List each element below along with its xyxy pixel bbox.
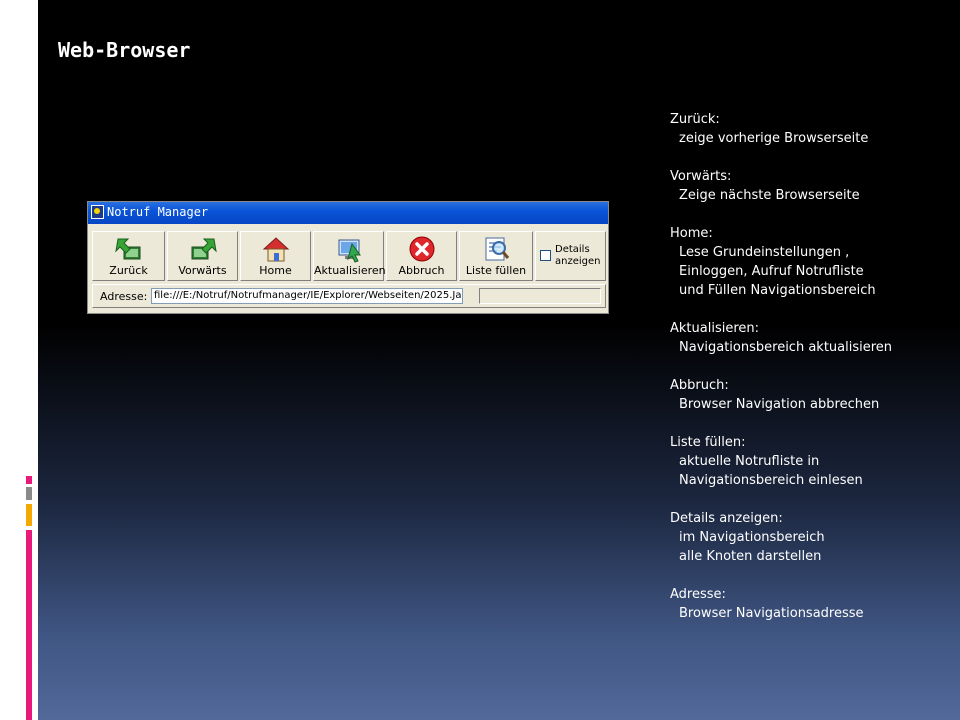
description-line: Browser Navigationsadresse xyxy=(679,606,864,621)
details-checkbox[interactable] xyxy=(540,250,551,261)
description-head: Home: xyxy=(670,226,713,241)
description-line: Lese Grundeinstellungen , xyxy=(679,245,850,260)
toolbar: Zurück Vorwärts Home Aktualisieren Abbru… xyxy=(92,231,606,281)
description-list: Zurück: zeige vorherige Browserseite Vor… xyxy=(670,110,955,642)
description-line: Browser Navigation abbrechen xyxy=(679,397,880,412)
home-icon xyxy=(262,237,289,262)
description-head: Vorwärts: xyxy=(670,169,732,184)
decor-bar-gray xyxy=(26,487,32,500)
details-checkbox-label: Details anzeigen xyxy=(555,244,601,267)
left-margin-strip xyxy=(0,0,38,720)
refresh-icon xyxy=(338,239,361,263)
fill-list-button-label: Liste füllen xyxy=(465,264,527,277)
description-line: zeige vorherige Browserseite xyxy=(679,131,869,146)
address-bar: Adresse: file:///E:/Notruf/Notrufmanager… xyxy=(92,284,606,308)
window-title: Notruf Manager xyxy=(107,205,209,219)
description-head: Adresse: xyxy=(670,587,726,602)
description-head: Zurück: xyxy=(670,112,720,127)
stop-button-label: Abbruch xyxy=(398,264,445,277)
back-arrow-icon xyxy=(114,238,140,260)
description-item: Details anzeigen: im Navigationsbereich … xyxy=(670,509,955,566)
description-line: Navigationsbereich einlesen xyxy=(679,473,863,488)
stop-button[interactable]: Abbruch xyxy=(386,231,457,281)
address-label: Adresse: xyxy=(100,290,148,303)
description-line: Einloggen, Aufruf Notrufliste xyxy=(679,264,864,279)
details-option: Details anzeigen xyxy=(535,231,606,281)
description-line: alle Knoten darstellen xyxy=(679,549,822,564)
decor-bar-orange xyxy=(26,504,32,526)
stop-icon xyxy=(409,236,434,262)
description-head: Aktualisieren: xyxy=(670,321,760,336)
description-item: Adresse: Browser Navigationsadresse xyxy=(670,585,955,623)
decor-bar-pink-small xyxy=(26,476,32,484)
address-input[interactable]: file:///E:/Notruf/Notrufmanager/IE/Explo… xyxy=(151,288,463,304)
notruf-manager-window: Notruf Manager Zurück Vorwärts Home Aktu… xyxy=(87,201,609,314)
fill-list-button[interactable]: Liste füllen xyxy=(459,231,533,281)
back-button-label: Zurück xyxy=(109,264,148,277)
description-head: Liste füllen: xyxy=(670,435,746,450)
decor-bar-pink-long xyxy=(26,530,32,720)
home-button-label: Home xyxy=(259,264,292,277)
app-icon xyxy=(91,205,104,219)
description-line: Zeige nächste Browserseite xyxy=(679,188,860,203)
status-box xyxy=(479,288,601,304)
description-line: Navigationsbereich aktualisieren xyxy=(679,340,893,355)
forward-button-label: Vorwärts xyxy=(178,264,227,277)
description-item: Vorwärts: Zeige nächste Browserseite xyxy=(670,167,955,205)
description-item: Abbruch: Browser Navigation abbrechen xyxy=(670,376,955,414)
description-line: im Navigationsbereich xyxy=(679,530,825,545)
window-titlebar: Notruf Manager xyxy=(88,202,608,224)
forward-arrow-icon xyxy=(191,238,217,260)
description-item: Zurück: zeige vorherige Browserseite xyxy=(670,110,955,148)
description-item: Aktualisieren: Navigationsbereich aktual… xyxy=(670,319,955,357)
description-head: Details anzeigen: xyxy=(670,511,783,526)
forward-button[interactable]: Vorwärts xyxy=(167,231,238,281)
slide-title: Web-Browser xyxy=(58,38,191,62)
refresh-button-label: Aktualisieren xyxy=(314,264,386,277)
home-button[interactable]: Home xyxy=(240,231,311,281)
refresh-button[interactable]: Aktualisieren xyxy=(313,231,386,281)
description-item: Liste füllen: aktuelle Notrufliste in Na… xyxy=(670,433,955,490)
decor-bar-white-top xyxy=(26,0,32,470)
description-line: aktuelle Notrufliste in xyxy=(679,454,820,469)
description-item: Home: Lese Grundeinstellungen , Einlogge… xyxy=(670,224,955,300)
back-button[interactable]: Zurück xyxy=(92,231,165,281)
list-search-icon xyxy=(485,237,510,261)
description-head: Abbruch: xyxy=(670,378,729,393)
description-line: und Füllen Navigationsbereich xyxy=(679,283,876,298)
